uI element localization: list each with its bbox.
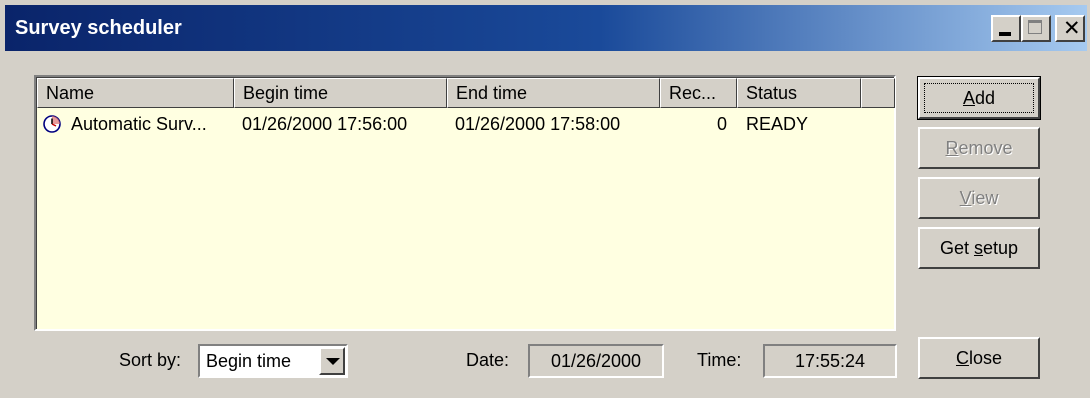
title-bar[interactable]: Survey scheduler ✕ [5,5,1087,51]
column-header-filler [861,78,895,108]
remove-label-accel: R [945,138,959,158]
time-label: Time: [697,350,742,370]
column-header-begin-time[interactable]: Begin time [234,78,447,108]
row-name: Automatic Surv... [71,114,207,134]
add-button[interactable]: Add [917,76,1041,120]
column-header-name[interactable]: Name [37,78,234,108]
row-end-time: 01/26/2000 17:58:00 [455,114,621,134]
add-label-accel: A [962,88,975,108]
chevron-down-icon[interactable] [319,347,345,375]
time-field: 17:55:24 [763,344,897,378]
view-button: View [918,177,1040,219]
sort-by-value: Begin time [206,351,292,371]
view-label-post: iew [971,188,999,208]
window-title: Survey scheduler [15,17,182,39]
column-header-rec[interactable]: Rec... [660,78,737,108]
sort-by-label: Sort by: [119,350,182,370]
close-label-accel: C [955,348,969,368]
clock-icon [43,115,61,133]
close-label-post: lose [968,348,1003,368]
date-label: Date: [466,350,510,370]
row-begin-time: 01/26/2000 17:56:00 [242,114,408,134]
row-status: READY [746,114,809,134]
view-label-accel: V [959,188,972,208]
close-window-button[interactable]: ✕ [1055,15,1085,42]
close-button[interactable]: Close [918,337,1040,379]
row-rec: 0 [716,114,727,134]
table-row[interactable]: Automatic Surv... 01/26/2000 17:56:00 01… [37,110,894,138]
column-header-end-time[interactable]: End time [447,78,660,108]
sort-by-dropdown[interactable]: Begin time [198,344,348,378]
date-field: 01/26/2000 [528,344,664,378]
survey-list-body: Name Begin time End time Rec... Status A… [36,77,895,329]
remove-label-post: emove [958,138,1013,158]
minimize-button[interactable] [991,15,1021,42]
get-setup-button[interactable]: Get setup [918,227,1040,269]
add-label-post: dd [974,88,996,108]
remove-button: Remove [918,127,1040,169]
get-setup-label-pre: Get [939,238,974,258]
get-setup-label-post: etup [982,238,1019,258]
survey-list[interactable]: Name Begin time End time Rec... Status A… [34,75,896,331]
close-icon: ✕ [1063,16,1081,40]
maximize-button [1021,15,1051,42]
column-header-status[interactable]: Status [737,78,861,108]
survey-scheduler-window: Survey scheduler ✕ Name Begin time End t… [0,0,1090,398]
list-header: Name Begin time End time Rec... Status [37,78,895,108]
get-setup-label-accel: s [973,238,983,258]
